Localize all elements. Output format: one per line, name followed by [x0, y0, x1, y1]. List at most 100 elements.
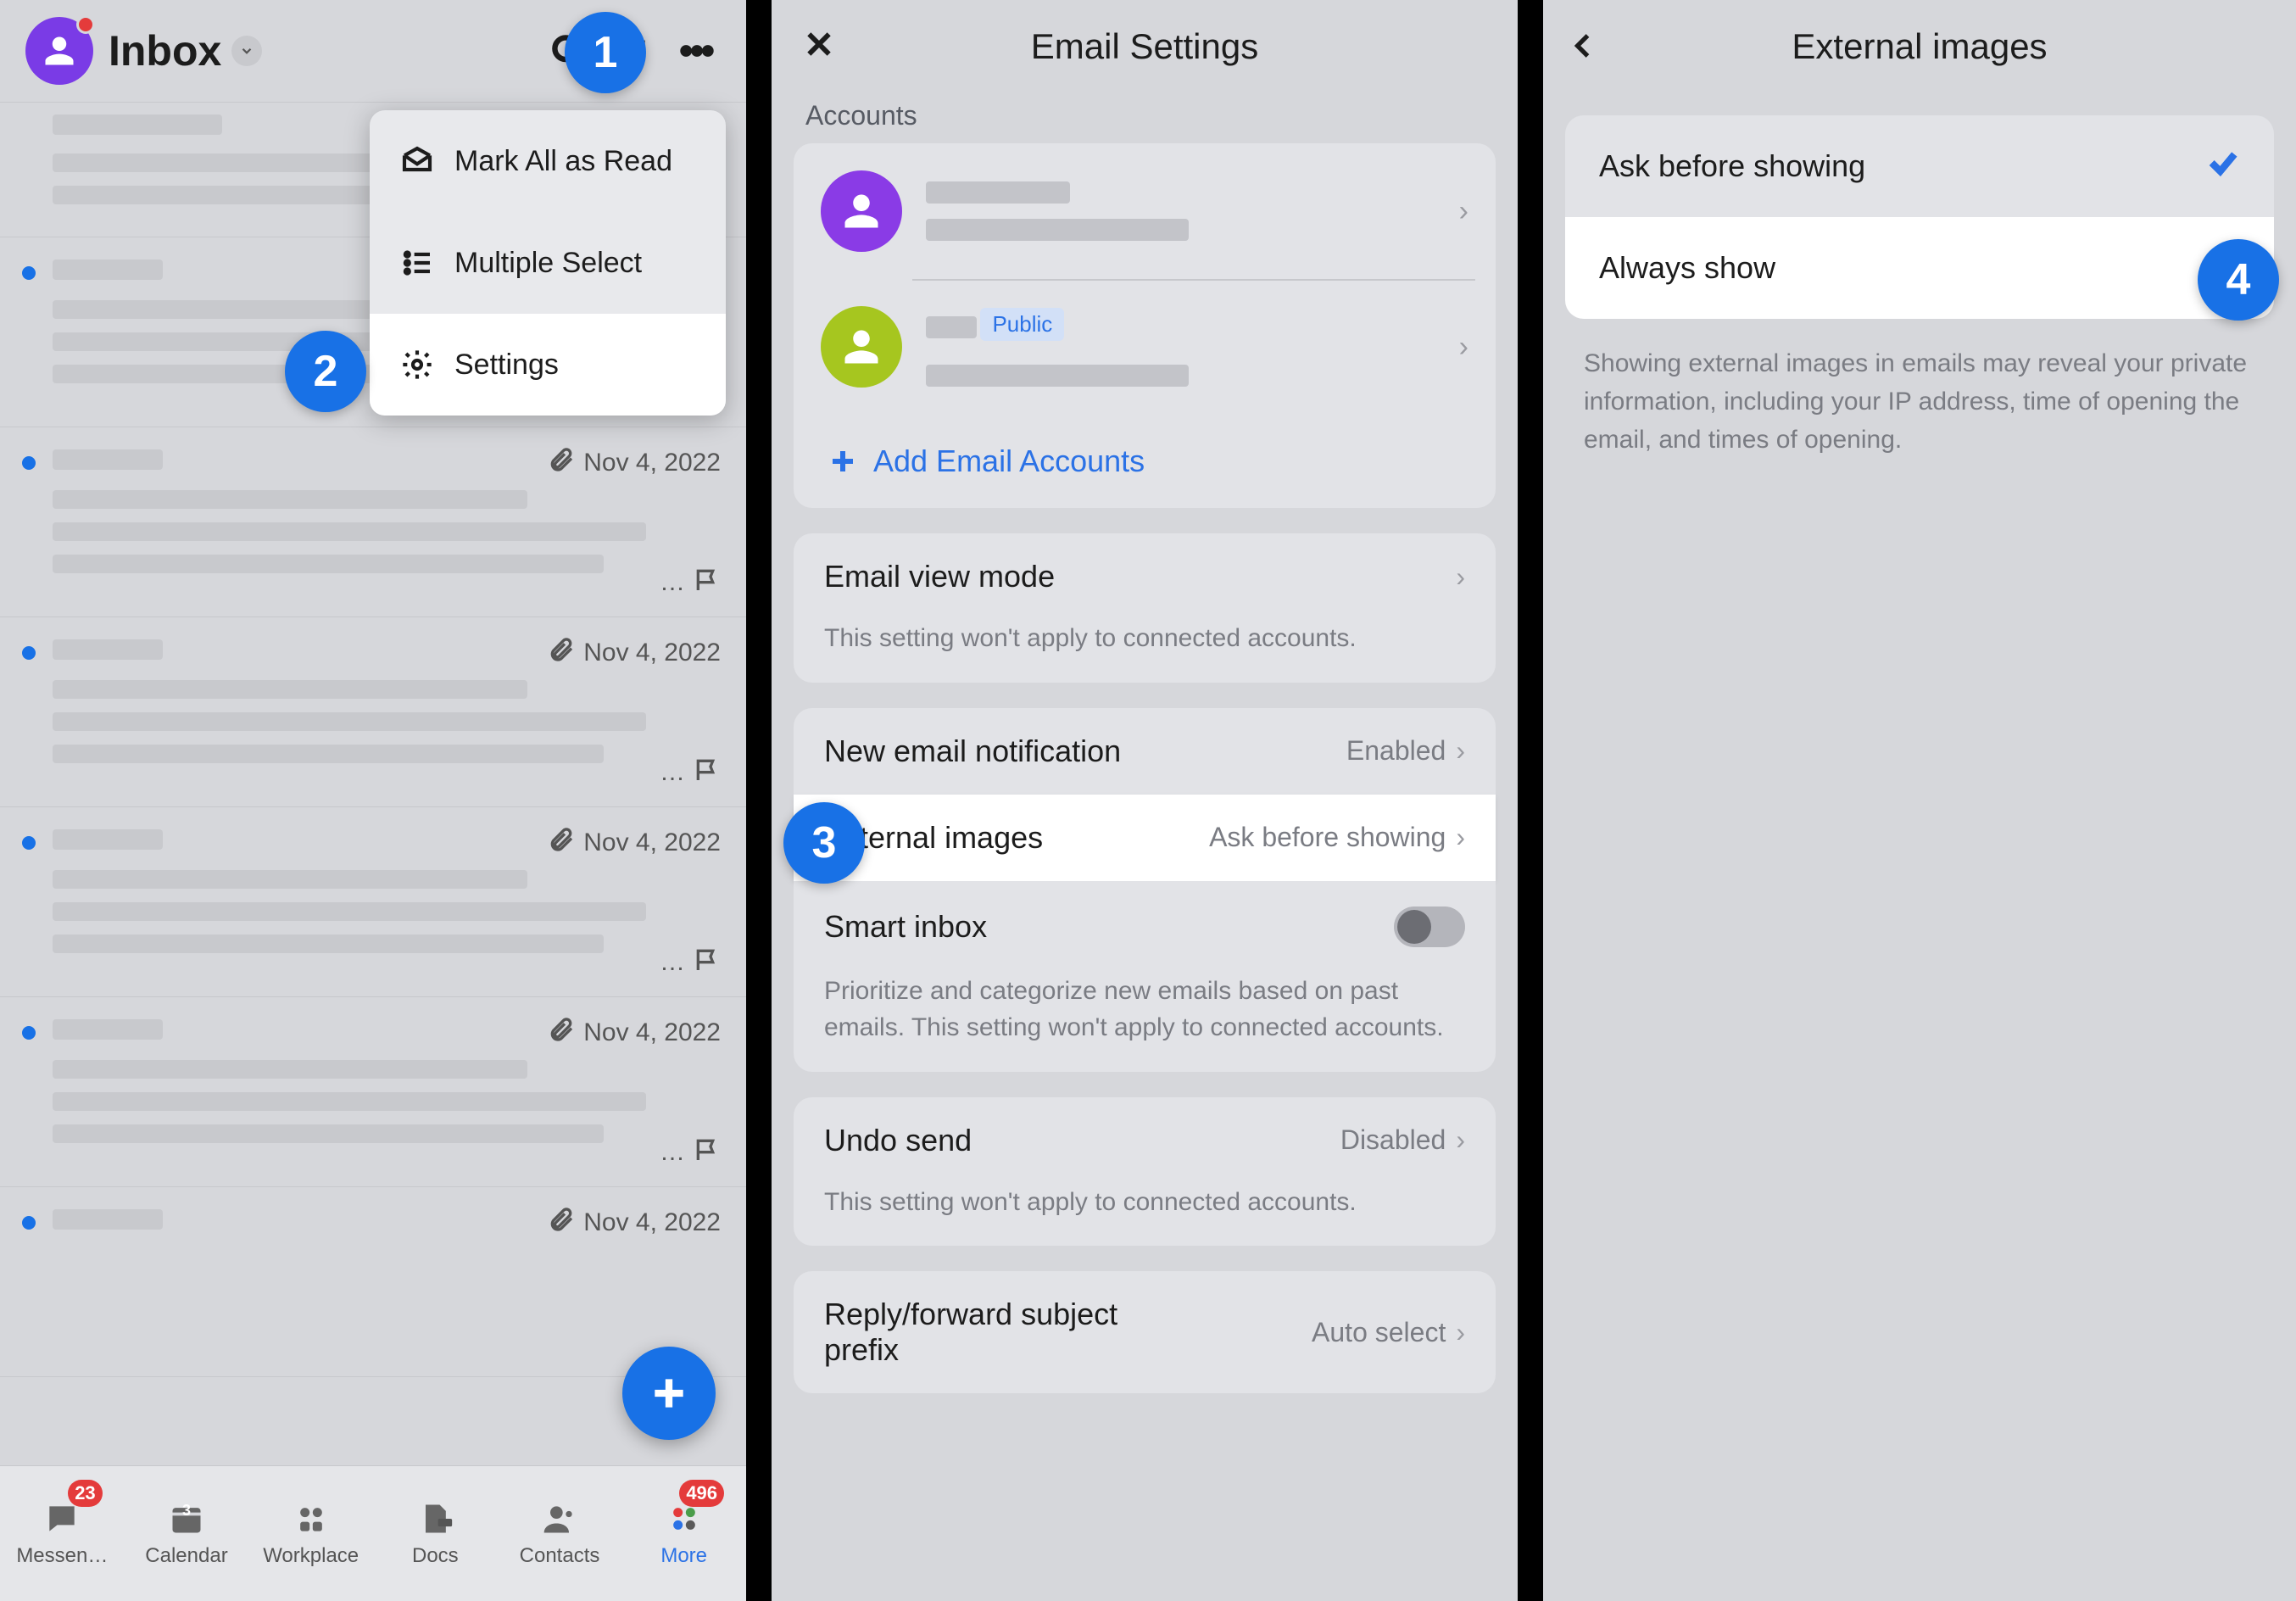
setting-undo-send[interactable]: Undo send Disabled › [794, 1097, 1496, 1184]
flag-icon[interactable] [694, 1136, 721, 1168]
bottom-tabs: Messen… 23 3 Calendar Workplace Docs Con… [0, 1465, 746, 1601]
back-icon[interactable] [1569, 29, 1599, 70]
option-ask-before-showing[interactable]: Ask before showing [1565, 115, 2274, 217]
chevron-right-icon: › [1456, 561, 1465, 593]
tab-docs[interactable]: Docs [373, 1466, 498, 1601]
flag-icon[interactable] [694, 566, 721, 598]
setting-label: Undo send [824, 1123, 972, 1158]
attachment-icon [548, 826, 575, 860]
attachment-icon [548, 1206, 575, 1240]
calendar-day: 3 [182, 1502, 191, 1520]
setting-description: This setting won't apply to connected ac… [794, 620, 1496, 683]
tab-contacts[interactable]: Contacts [498, 1466, 622, 1601]
unread-dot [22, 456, 36, 470]
email-date: Nov 4, 2022 [583, 449, 721, 477]
setting-value: Disabled [1340, 1124, 1446, 1156]
accounts-card: › Public › Add Email Accounts [794, 143, 1496, 508]
attachment-icon [548, 446, 575, 480]
badge-count: 496 [679, 1480, 724, 1507]
account-row[interactable]: Public › [794, 279, 1496, 415]
external-images-header: External images [1543, 0, 2296, 93]
list-item[interactable]: Nov 4, 2022 … [0, 617, 746, 807]
notifications-card-top: New email notification Enabled › [794, 708, 1496, 795]
notifications-card-bottom: Smart inbox Prioritize and categorize ne… [794, 881, 1496, 1072]
setting-label: Email view mode [824, 559, 1055, 594]
setting-label: New email notification [824, 734, 1121, 769]
external-images-highlight: External images Ask before showing› [794, 795, 1496, 881]
overflow-menu: Mark All as Read Multiple Select Setting… [370, 110, 726, 416]
chevron-right-icon: › [1456, 822, 1465, 853]
option-always-show[interactable]: Always show [1565, 217, 2274, 319]
menu-label: Mark All as Read [454, 145, 672, 178]
settings-header: Email Settings [772, 0, 1518, 93]
option-label: Always show [1599, 250, 1775, 286]
attachment-icon [548, 1016, 575, 1050]
settings-title: Email Settings [1031, 26, 1258, 67]
tab-messenger[interactable]: Messen… 23 [0, 1466, 125, 1601]
tab-label: Messen… [16, 1544, 108, 1568]
setting-value: Auto select [1312, 1317, 1446, 1348]
reply-prefix-card: Reply/forward subject prefix Auto select… [794, 1271, 1496, 1393]
tab-calendar[interactable]: 3 Calendar [125, 1466, 249, 1601]
compose-button[interactable] [622, 1347, 716, 1440]
unread-dot [22, 836, 36, 850]
setting-value: Enabled [1346, 735, 1446, 767]
tab-label: Contacts [520, 1544, 600, 1568]
list-item[interactable]: Nov 4, 2022 [0, 1187, 746, 1377]
unread-dot [22, 1026, 36, 1040]
menu-settings[interactable]: Settings [370, 314, 726, 416]
setting-description: This setting won't apply to connected ac… [794, 1184, 1496, 1247]
setting-label: Smart inbox [824, 909, 987, 945]
setting-smart-inbox[interactable]: Smart inbox [794, 881, 1496, 973]
flag-icon[interactable] [694, 756, 721, 788]
folder-title[interactable]: Inbox [109, 26, 221, 75]
smart-inbox-toggle[interactable] [1394, 906, 1465, 947]
add-account-label: Add Email Accounts [873, 443, 1145, 479]
chevron-right-icon: › [1456, 735, 1465, 767]
menu-mark-all-read[interactable]: Mark All as Read [370, 110, 726, 212]
options-card: Ask before showing Always show [1565, 115, 2274, 319]
tab-label: Workplace [263, 1544, 359, 1568]
email-date: Nov 4, 2022 [583, 1018, 721, 1047]
add-account-button[interactable]: Add Email Accounts [794, 415, 1496, 508]
view-mode-card: Email view mode › This setting won't app… [794, 533, 1496, 683]
badge-count: 23 [68, 1480, 102, 1507]
list-item[interactable]: Nov 4, 2022 … [0, 997, 746, 1187]
list-item[interactable]: Nov 4, 2022 … [0, 807, 746, 997]
menu-label: Settings [454, 349, 559, 382]
menu-label: Multiple Select [454, 247, 642, 280]
step-marker-1: 1 [565, 12, 646, 93]
step-marker-4: 4 [2198, 239, 2279, 321]
setting-external-images[interactable]: External images Ask before showing› [794, 795, 1496, 881]
email-date: Nov 4, 2022 [583, 1208, 721, 1237]
tab-label: More [660, 1544, 707, 1568]
list-item[interactable]: Nov 4, 2022 … [0, 427, 746, 617]
setting-label: Reply/forward subject prefix [824, 1297, 1197, 1368]
section-accounts-label: Accounts [772, 93, 1518, 143]
external-images-description: Showing external images in emails may re… [1543, 319, 2296, 484]
profile-avatar[interactable] [25, 17, 93, 85]
check-icon [2206, 146, 2240, 187]
page-title: External images [1792, 26, 2047, 67]
tab-more[interactable]: More 496 [621, 1466, 746, 1601]
folder-dropdown[interactable] [231, 36, 262, 66]
setting-new-email-notification[interactable]: New email notification Enabled › [794, 708, 1496, 795]
tab-workplace[interactable]: Workplace [248, 1466, 373, 1601]
flag-icon[interactable] [694, 946, 721, 978]
email-date: Nov 4, 2022 [583, 828, 721, 857]
chevron-right-icon: › [1456, 1124, 1465, 1156]
close-icon[interactable] [802, 27, 836, 70]
setting-value: Ask before showing [1209, 822, 1446, 853]
more-icon[interactable] [673, 27, 721, 75]
account-avatar [821, 170, 902, 252]
menu-multiple-select[interactable]: Multiple Select [370, 212, 726, 314]
undo-send-card: Undo send Disabled › This setting won't a… [794, 1097, 1496, 1247]
external-images-screen: External images Ask before showing Alway… [1543, 0, 2296, 1601]
setting-view-mode[interactable]: Email view mode › [794, 533, 1496, 620]
tab-label: Calendar [145, 1544, 227, 1568]
account-row[interactable]: › [794, 143, 1496, 279]
setting-reply-prefix[interactable]: Reply/forward subject prefix Auto select… [794, 1271, 1496, 1393]
chevron-right-icon: › [1456, 1317, 1465, 1348]
chevron-right-icon: › [1459, 331, 1468, 364]
email-date: Nov 4, 2022 [583, 639, 721, 667]
